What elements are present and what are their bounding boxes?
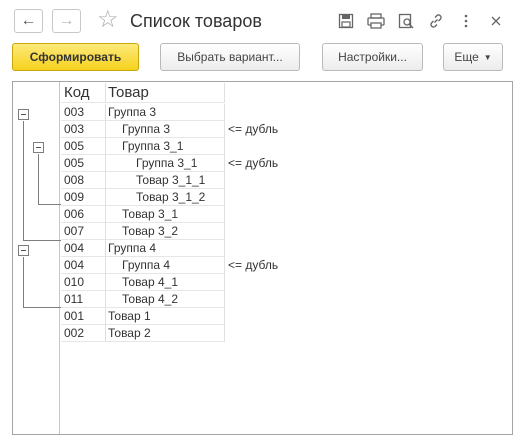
generate-button[interactable]: Сформировать: [12, 43, 139, 71]
code-cell: 002: [61, 325, 106, 342]
tree-line: [38, 154, 39, 205]
table-row[interactable]: 004 Группа 4: [61, 240, 501, 257]
table-row[interactable]: 005 Группа 3_1 <= дубль: [61, 155, 501, 172]
table-row[interactable]: 011 Товар 4_2: [61, 291, 501, 308]
name-cell: Товар 3_1_2: [106, 189, 225, 206]
code-cell: 005: [61, 155, 106, 172]
code-cell: 010: [61, 274, 106, 291]
print-preview-icon[interactable]: [396, 11, 416, 31]
code-cell: 004: [61, 240, 106, 257]
tree-line: [38, 204, 61, 205]
collapse-group-toggle[interactable]: [33, 142, 44, 153]
more-button-label: Еще: [454, 50, 479, 64]
table-row[interactable]: 003 Группа 3: [61, 104, 501, 121]
name-cell: Товар 3_1_1: [106, 172, 225, 189]
choose-variant-button[interactable]: Выбрать вариант...: [160, 43, 300, 71]
name-cell: Группа 4: [106, 240, 225, 257]
save-icon[interactable]: [336, 11, 356, 31]
duplicate-note: <= дубль: [228, 258, 279, 272]
table-row[interactable]: 010 Товар 4_1: [61, 274, 501, 291]
collapse-group-toggle[interactable]: [18, 109, 29, 120]
report-area[interactable]: Код Товар 003 Группа 3 003 Группа 3 <= дубль…: [12, 81, 513, 435]
table-row[interactable]: 006 Товар 3_1: [61, 206, 501, 223]
arrow-right-icon: →: [58, 12, 75, 29]
name-cell: Группа 3: [106, 121, 225, 138]
name-cell: Товар 4_1: [106, 274, 225, 291]
tree-line: [23, 240, 61, 241]
back-button[interactable]: ←: [14, 9, 43, 33]
table-row[interactable]: 007 Товар 3_2: [61, 223, 501, 240]
name-cell: Группа 3: [106, 104, 225, 121]
print-icon[interactable]: [366, 11, 386, 31]
forward-button[interactable]: →: [52, 9, 81, 33]
code-cell: 005: [61, 138, 106, 155]
tree-line: [23, 307, 61, 308]
name-cell: Группа 3_1: [106, 155, 225, 172]
code-cell: 003: [61, 121, 106, 138]
settings-button[interactable]: Настройки...: [322, 43, 423, 71]
code-cell: 003: [61, 104, 106, 121]
code-cell: 006: [61, 206, 106, 223]
code-cell: 008: [61, 172, 106, 189]
name-cell: Группа 4: [106, 257, 225, 274]
collapse-group-toggle[interactable]: [18, 245, 29, 256]
header-name: Товар: [106, 83, 225, 103]
name-cell: Товар 4_2: [106, 291, 225, 308]
tree-line: [23, 257, 24, 308]
code-cell: 001: [61, 308, 106, 325]
more-button[interactable]: Еще ▼: [443, 43, 503, 71]
code-cell: 004: [61, 257, 106, 274]
arrow-left-icon: ←: [20, 12, 37, 29]
code-cell: 011: [61, 291, 106, 308]
name-cell: Группа 3_1: [106, 138, 225, 155]
name-cell: Товар 2: [106, 325, 225, 342]
link-icon[interactable]: [426, 11, 446, 31]
name-cell: Товар 3_2: [106, 223, 225, 240]
table-row[interactable]: 005 Группа 3_1: [61, 138, 501, 155]
tree-line: [23, 121, 24, 241]
table-row[interactable]: 001 Товар 1: [61, 308, 501, 325]
close-icon[interactable]: [486, 11, 506, 31]
table-row[interactable]: 004 Группа 4 <= дубль: [61, 257, 501, 274]
duplicate-note: <= дубль: [228, 156, 279, 170]
table-row[interactable]: 008 Товар 3_1_1: [61, 172, 501, 189]
name-cell: Товар 3_1: [106, 206, 225, 223]
page-title: Список товаров: [130, 11, 262, 31]
table-row[interactable]: 009 Товар 3_1_2: [61, 189, 501, 206]
more-vertical-icon[interactable]: [456, 11, 476, 31]
star-icon[interactable]: ☆: [97, 6, 119, 34]
table-row[interactable]: 003 Группа 3 <= дубль: [61, 121, 501, 138]
duplicate-note: <= дубль: [228, 122, 279, 136]
header-code: Код: [61, 83, 106, 103]
table-row[interactable]: 002 Товар 2: [61, 325, 501, 342]
name-cell: Товар 1: [106, 308, 225, 325]
grouping-tree: [13, 82, 61, 434]
chevron-down-icon: ▼: [483, 52, 492, 62]
header-row: Код Товар: [61, 83, 501, 103]
code-cell: 007: [61, 223, 106, 240]
code-cell: 009: [61, 189, 106, 206]
